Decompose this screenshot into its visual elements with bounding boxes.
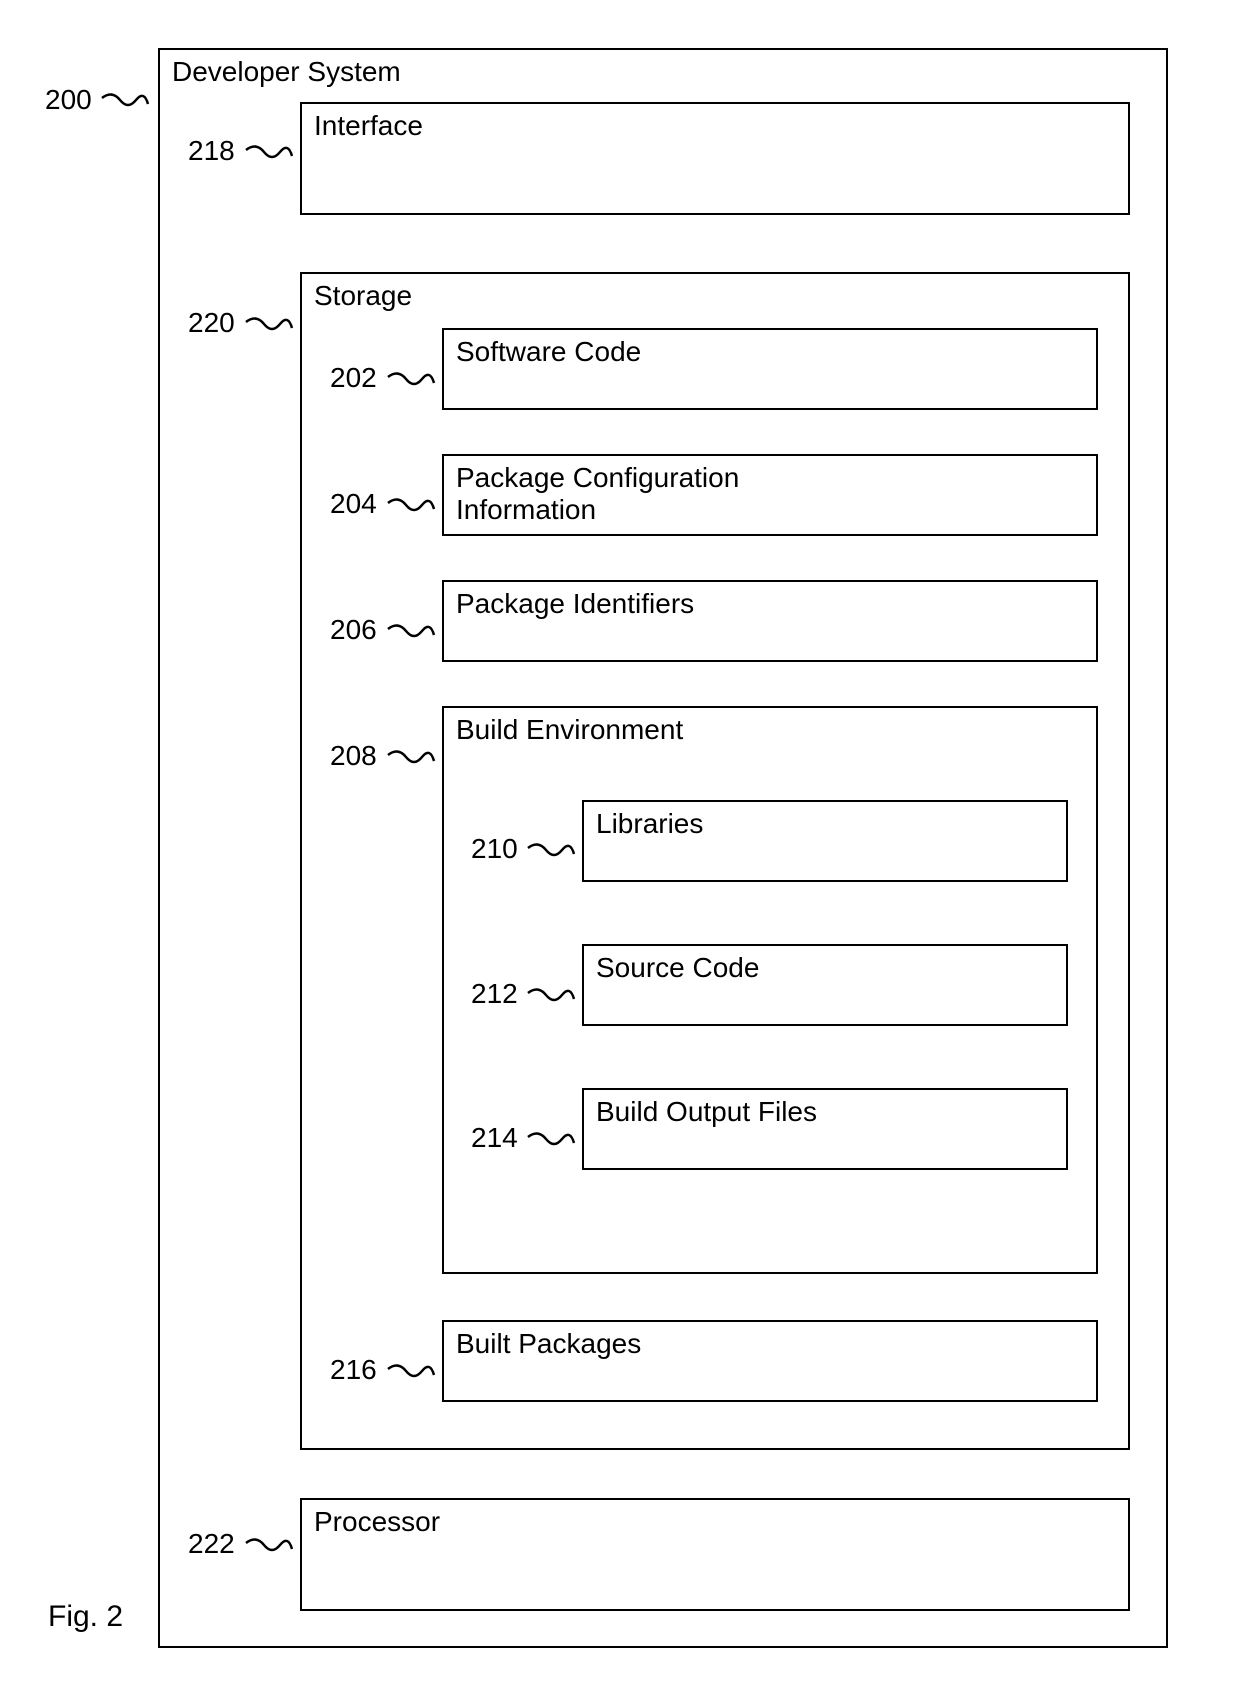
figure-label: Fig. 2 — [48, 1600, 123, 1634]
build-environment-ref: 208 — [330, 740, 377, 772]
squiggle-icon — [386, 493, 436, 523]
package-config-box: Package Configuration Information — [442, 454, 1098, 536]
software-code-ref: 202 — [330, 362, 377, 394]
build-output-files-label: Build Output Files — [584, 1090, 1066, 1134]
squiggle-icon — [100, 88, 150, 118]
libraries-ref: 210 — [471, 833, 518, 865]
package-config-ref: 204 — [330, 488, 377, 520]
source-code-ref: 212 — [471, 978, 518, 1010]
interface-label: Interface — [302, 104, 1128, 148]
developer-system-label: Developer System — [160, 50, 1166, 94]
built-packages-ref: 216 — [330, 1354, 377, 1386]
package-config-label: Package Configuration Information — [444, 456, 844, 532]
package-identifiers-label: Package Identifiers — [444, 582, 1096, 626]
package-identifiers-ref: 206 — [330, 614, 377, 646]
squiggle-icon — [386, 1359, 436, 1389]
interface-box: Interface — [300, 102, 1130, 215]
squiggle-icon — [244, 1533, 294, 1563]
squiggle-icon — [526, 983, 576, 1013]
squiggle-icon — [244, 312, 294, 342]
squiggle-icon — [386, 619, 436, 649]
developer-system-ref: 200 — [45, 84, 92, 116]
libraries-label: Libraries — [584, 802, 1066, 846]
software-code-box: Software Code — [442, 328, 1098, 410]
processor-ref: 222 — [188, 1528, 235, 1560]
processor-label: Processor — [302, 1500, 1128, 1544]
squiggle-icon — [386, 745, 436, 775]
package-identifiers-box: Package Identifiers — [442, 580, 1098, 662]
processor-box: Processor — [300, 1498, 1130, 1611]
squiggle-icon — [244, 140, 294, 170]
libraries-box: Libraries — [582, 800, 1068, 882]
source-code-box: Source Code — [582, 944, 1068, 1026]
build-output-files-box: Build Output Files — [582, 1088, 1068, 1170]
build-environment-label: Build Environment — [444, 708, 1096, 752]
squiggle-icon — [526, 838, 576, 868]
build-output-files-ref: 214 — [471, 1122, 518, 1154]
built-packages-label: Built Packages — [444, 1322, 1096, 1366]
squiggle-icon — [526, 1127, 576, 1157]
source-code-label: Source Code — [584, 946, 1066, 990]
built-packages-box: Built Packages — [442, 1320, 1098, 1402]
squiggle-icon — [386, 367, 436, 397]
interface-ref: 218 — [188, 135, 235, 167]
software-code-label: Software Code — [444, 330, 1096, 374]
storage-label: Storage — [302, 274, 1128, 318]
storage-ref: 220 — [188, 307, 235, 339]
